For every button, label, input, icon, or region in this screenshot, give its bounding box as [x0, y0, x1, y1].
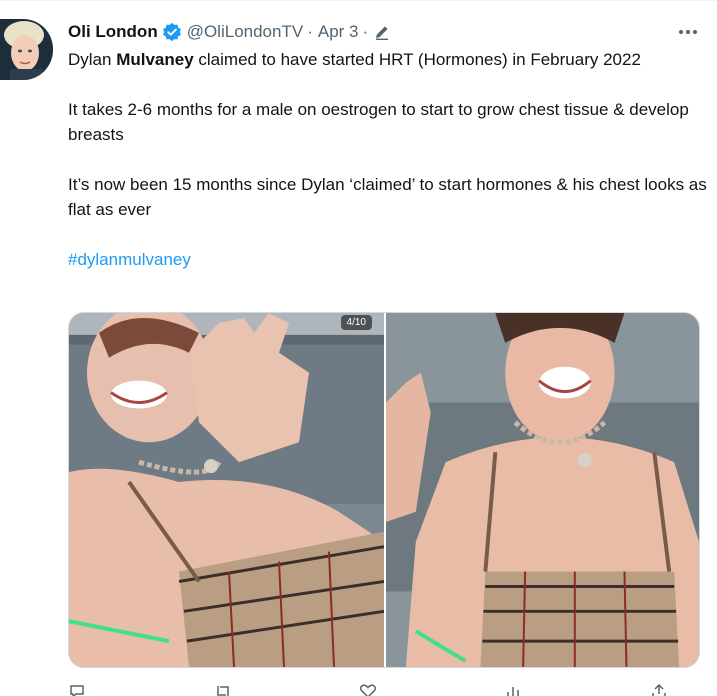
tweet[interactable]: Oli London @OliLondonTV · Apr 3 · Dylan … — [0, 0, 717, 696]
separator-dot: · — [307, 22, 313, 41]
avatar[interactable] — [0, 19, 53, 80]
separator-dot-2: · — [362, 22, 369, 41]
bold-name: Mulvaney — [116, 50, 194, 69]
tweet-paragraph-2: It takes 2-6 months for a male on oestro… — [68, 100, 689, 144]
media-photo-right[interactable] — [386, 313, 699, 667]
tweet-actions — [68, 683, 668, 696]
views-icon[interactable] — [505, 684, 523, 696]
timestamp[interactable]: Apr 3 — [318, 22, 359, 42]
more-options-icon[interactable] — [676, 22, 700, 42]
edit-pencil-icon[interactable] — [373, 23, 391, 41]
reply-icon[interactable] — [68, 684, 86, 696]
hashtag-link[interactable]: #dylanmulvaney — [68, 250, 191, 269]
tweet-paragraph-1: Dylan Mulvaney claimed to have started H… — [68, 50, 641, 69]
retweet-icon[interactable] — [214, 684, 232, 696]
verified-badge-icon — [162, 22, 182, 42]
author-handle[interactable]: @OliLondonTV — [187, 22, 304, 42]
tweet-paragraph-3: It’s now been 15 months since Dylan ‘cla… — [68, 175, 707, 219]
share-icon[interactable] — [650, 683, 668, 696]
tweet-header: Oli London @OliLondonTV · Apr 3 · — [68, 20, 391, 44]
media-grid: 4/10 — [68, 312, 700, 668]
author-name[interactable]: Oli London — [68, 22, 158, 42]
tweet-text: Dylan Mulvaney claimed to have started H… — [68, 47, 708, 272]
media-counter: 4/10 — [340, 315, 372, 330]
like-icon[interactable] — [359, 684, 377, 696]
media-photo-left[interactable]: 4/10 — [69, 313, 384, 667]
